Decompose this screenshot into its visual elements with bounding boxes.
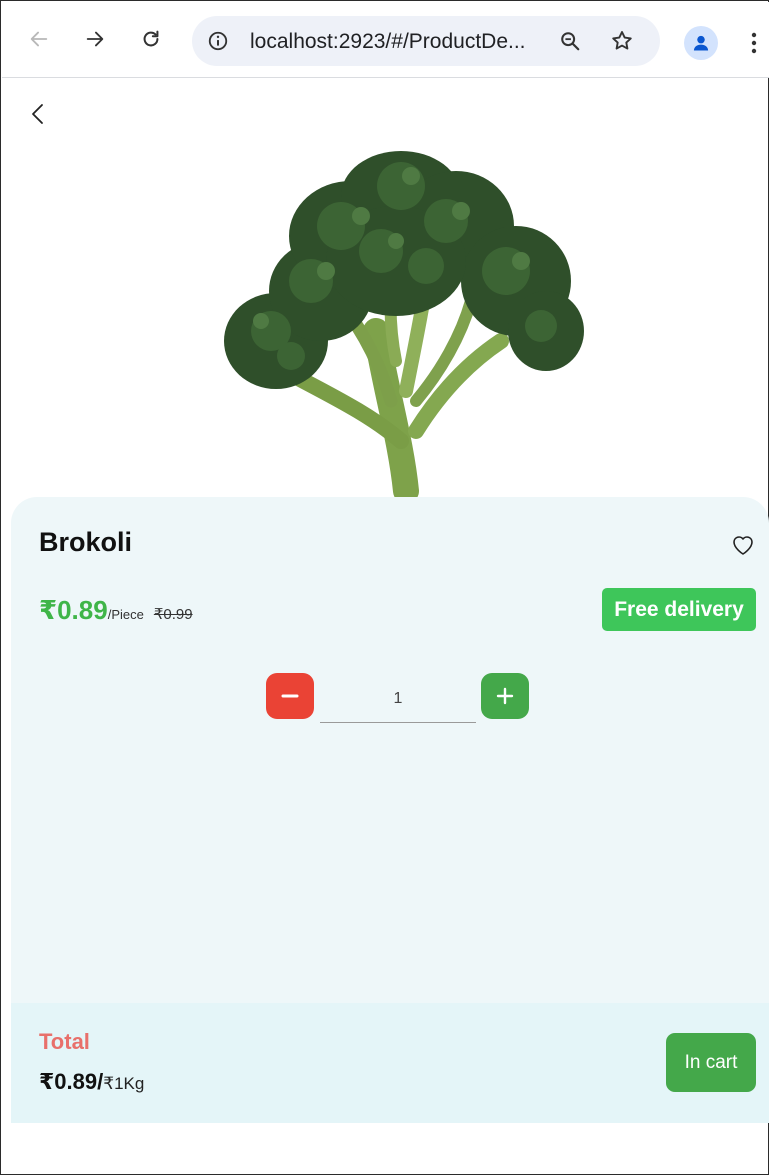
minus-icon <box>281 694 299 698</box>
price-row: ₹0.89/Piece ₹0.99 <box>39 595 193 626</box>
arrow-left-icon[interactable] <box>24 24 54 54</box>
total-price: ₹0.89/ <box>39 1069 104 1094</box>
browser-toolbar: localhost:2923/#/ProductDe... <box>2 2 769 78</box>
in-cart-button[interactable]: In cart <box>666 1033 756 1092</box>
info-icon[interactable] <box>206 29 230 53</box>
profile-icon[interactable] <box>684 26 718 60</box>
increase-quantity-button[interactable] <box>481 673 529 719</box>
chevron-left-icon[interactable] <box>23 99 53 129</box>
browser-window: localhost:2923/#/ProductDe... Brokoli ₹0… <box>0 0 769 1175</box>
zoom-out-icon[interactable] <box>558 29 582 53</box>
star-icon[interactable] <box>610 29 634 53</box>
product-name: Brokoli <box>39 527 133 557</box>
reload-icon[interactable] <box>136 24 166 54</box>
url-text[interactable]: localhost:2923/#/ProductDe... <box>250 30 526 54</box>
heart-outline-icon[interactable] <box>729 531 757 559</box>
free-delivery-badge: Free delivery <box>602 588 756 631</box>
broccoli-image <box>224 151 584 503</box>
address-bar[interactable]: localhost:2923/#/ProductDe... <box>192 16 660 66</box>
total-unit: ₹1Kg <box>103 1074 145 1093</box>
quantity-input[interactable] <box>320 675 476 723</box>
decrease-quantity-button[interactable] <box>266 673 314 719</box>
product-price: ₹0.89 <box>39 595 108 625</box>
more-vert-icon[interactable] <box>744 28 764 58</box>
total-value: ₹0.89/₹1Kg <box>39 1069 144 1095</box>
total-label: Total <box>39 1029 90 1054</box>
old-price: ₹0.99 <box>153 606 193 623</box>
product-details-panel: Brokoli ₹0.89/Piece ₹0.99 Free delivery <box>11 497 769 1003</box>
arrow-right-icon[interactable] <box>80 24 110 54</box>
plus-icon <box>496 687 514 705</box>
price-unit: /Piece <box>107 607 144 622</box>
cart-footer: Total ₹0.89/₹1Kg In cart <box>11 1003 769 1123</box>
